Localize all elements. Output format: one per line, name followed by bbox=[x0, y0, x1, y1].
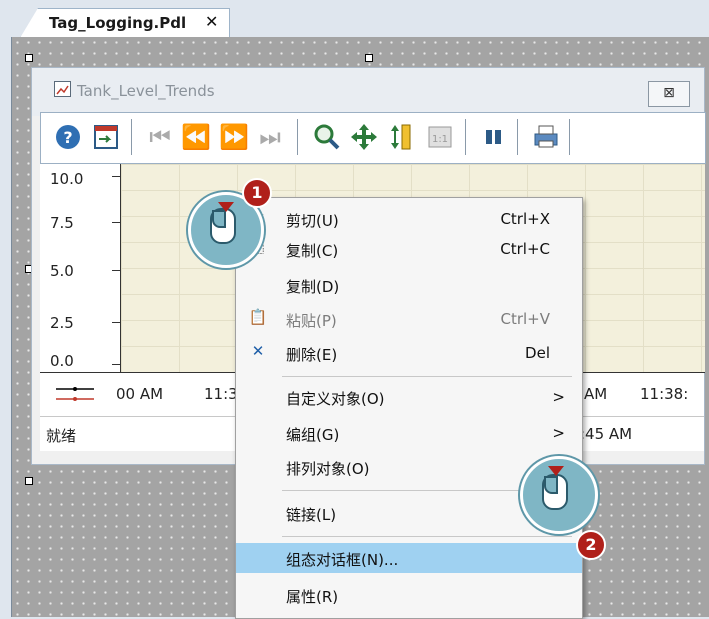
menu-item-delete[interactable]: ✕ 删除(E) Del bbox=[236, 338, 582, 368]
tab-tag-logging[interactable]: Tag_Logging.Pdl ✕ bbox=[20, 8, 230, 38]
menu-item-properties[interactable]: 属性(R) bbox=[236, 580, 582, 610]
stop-icon[interactable] bbox=[479, 121, 509, 153]
submenu-arrow-icon: > bbox=[552, 388, 565, 406]
y-axis-label: 0.0 bbox=[50, 352, 74, 370]
help-icon[interactable]: ? bbox=[53, 121, 83, 153]
original-view-icon[interactable]: 1:1 bbox=[425, 121, 455, 153]
move-icon[interactable] bbox=[349, 121, 379, 153]
first-icon[interactable]: ⏮ bbox=[145, 121, 175, 153]
menu-item-copy[interactable]: ⎘ 复制(C) Ctrl+C bbox=[236, 234, 582, 264]
config-icon[interactable] bbox=[91, 121, 121, 153]
tab-label: Tag_Logging.Pdl bbox=[49, 14, 187, 32]
delete-icon: ✕ bbox=[251, 342, 265, 360]
x-axis-label: 11:3 bbox=[204, 385, 238, 403]
prev-icon[interactable]: ⏪ bbox=[181, 121, 211, 153]
editor-tab-strip: Tag_Logging.Pdl ✕ bbox=[0, 0, 709, 38]
y-axis-label: 10.0 bbox=[50, 170, 84, 188]
trend-toolbar: ? ⏮ ⏪ ⏩ ⏭ 1:1 bbox=[40, 112, 706, 164]
zoom-axis-icon[interactable] bbox=[387, 121, 417, 153]
next-icon[interactable]: ⏩ bbox=[219, 121, 249, 153]
menu-item-duplicate[interactable]: 复制(D) bbox=[236, 270, 582, 300]
paste-icon: 📋 bbox=[248, 308, 268, 326]
callout-select-item: 2 bbox=[508, 450, 612, 560]
menu-item-custom-object[interactable]: 自定义对象(O) > bbox=[236, 382, 582, 412]
selection-handle[interactable] bbox=[365, 54, 373, 62]
print-icon[interactable] bbox=[531, 121, 561, 153]
legend-line-icon bbox=[52, 381, 98, 409]
trend-window-icon bbox=[54, 81, 71, 97]
svg-text:1:1: 1:1 bbox=[432, 134, 448, 145]
x-axis-label: 00 AM bbox=[116, 385, 164, 403]
status-time: :45 AM bbox=[580, 425, 633, 443]
y-axis-label: 2.5 bbox=[50, 314, 74, 332]
callout-right-click: 1 bbox=[180, 178, 280, 274]
callout-number-2: 2 bbox=[576, 530, 606, 560]
menu-item-cut[interactable]: ✂ 剪切(U) Ctrl+X bbox=[236, 204, 582, 234]
menu-item-group[interactable]: 编组(G) > bbox=[236, 418, 582, 448]
zoom-icon[interactable] bbox=[311, 121, 341, 153]
last-icon[interactable]: ⏭ bbox=[255, 121, 285, 153]
x-axis-label: 11:38: bbox=[640, 385, 689, 403]
window-title: Tank_Level_Trends bbox=[77, 82, 215, 100]
submenu-arrow-icon: > bbox=[552, 424, 565, 442]
window-close-button[interactable]: ⊠ bbox=[648, 81, 690, 107]
status-text: 就绪 bbox=[46, 427, 77, 445]
svg-text:?: ? bbox=[63, 128, 72, 147]
selection-handle[interactable] bbox=[25, 477, 33, 485]
y-axis-label: 5.0 bbox=[50, 262, 74, 280]
x-axis-label: AM bbox=[584, 385, 608, 403]
callout-number-1: 1 bbox=[242, 178, 272, 208]
y-axis-label: 7.5 bbox=[50, 214, 74, 232]
menu-item-paste[interactable]: 📋 粘贴(P) Ctrl+V bbox=[236, 304, 582, 334]
tab-close-icon[interactable]: ✕ bbox=[205, 12, 218, 31]
context-menu: ✂ 剪切(U) Ctrl+X ⎘ 复制(C) Ctrl+C 复制(D) 📋 粘贴… bbox=[235, 197, 583, 619]
window-titlebar: Tank_Level_Trends ⊠ bbox=[32, 68, 704, 116]
selection-handle[interactable] bbox=[25, 54, 33, 62]
